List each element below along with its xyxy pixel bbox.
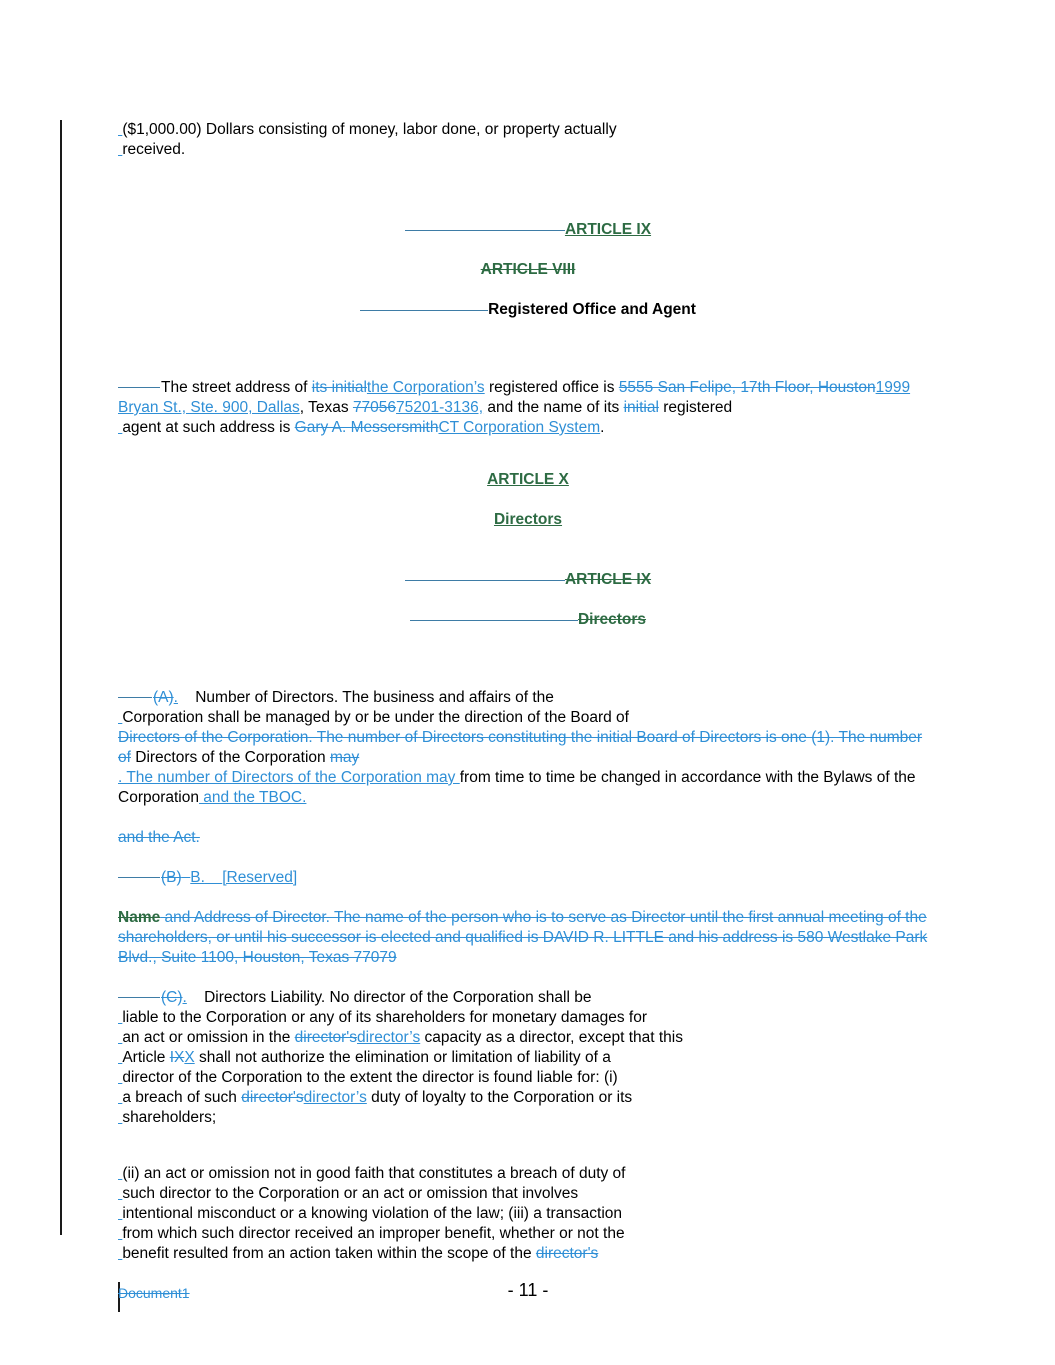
section-c-deletion-directors-2: director's (241, 1089, 304, 1106)
section-c-deletion-ix: IX (169, 1049, 185, 1066)
section-c-insertion-directors-2: director’s (303, 1089, 367, 1106)
section-b-gap (205, 869, 222, 886)
heading-text: Directors (493, 511, 563, 528)
paragraph-section-a: (A). Number of Directors. The business a… (118, 688, 938, 808)
ro-insertion-new-agent: CT Corporation System (438, 419, 601, 436)
document-body: ($1,000.00) Dollars consisting of money,… (118, 120, 938, 1264)
intro-line-1: ($1,000.00) Dollars consisting of money,… (122, 121, 617, 138)
ro-text-2: registered office is (484, 379, 619, 396)
section-c2-text-3: intentional misconduct or a knowing viol… (122, 1205, 623, 1222)
heading-text: ARTICLE VIII (480, 261, 576, 278)
ro-text-6: agent at such address is (122, 419, 295, 436)
section-c2-deletion-directors: director's (535, 1245, 599, 1262)
section-c-text-3: an act or omission in the (122, 1029, 295, 1046)
section-c-text-4: capacity as a director, except that this (420, 1029, 683, 1046)
move-rule (360, 309, 489, 311)
section-a-label-deleted: (A) (153, 689, 174, 706)
section-c-insertion-directors-1: director’s (357, 1029, 421, 1046)
section-c-text-9: duty of loyalty to the Corporation or it… (366, 1089, 633, 1106)
section-c-text-2: liable to the Corporation or any of its … (122, 1009, 648, 1026)
section-a-text-3: Directors of the Corporation (130, 749, 330, 766)
section-b-dash (182, 869, 191, 886)
section-b-reserved: [Reserved] (222, 869, 298, 886)
section-c-text-8: a breach of such (122, 1089, 242, 1106)
section-c2-text-5: benefit resulted from an action taken wi… (122, 1245, 536, 1262)
section-c2-text-4: from which such director received an imp… (122, 1225, 625, 1242)
deletion-director-name-address: and Address of Director. The name of the… (118, 909, 928, 966)
paragraph-consideration: ($1,000.00) Dollars consisting of money,… (118, 120, 938, 160)
section-a-text-1: Number of Directors. The business and af… (195, 689, 554, 706)
ro-text-3: , Texas (299, 399, 353, 416)
section-a-deletion-and-the-act: and the Act. (118, 829, 200, 846)
section-c2-text-2: such director to the Corporation or an a… (122, 1185, 579, 1202)
section-a-insertion-tboc: and the TBOC. (199, 789, 307, 806)
ro-deletion-its-initial: its initial (311, 379, 367, 396)
ro-text-1: The street address of (161, 379, 312, 396)
section-c-text-7: director of the Corporation to the exten… (122, 1069, 618, 1086)
section-c-text-5: Article (122, 1049, 170, 1066)
paragraph-section-c-continued: (ii) an act or omission not in good fait… (118, 1164, 938, 1264)
ro-deletion-old-zip: 77056 (352, 399, 397, 416)
heading-directors-inserted: Directors (118, 510, 938, 530)
paragraph-registered-office: The street address of its initialthe Cor… (118, 378, 938, 438)
section-a-text-2: Corporation shall be managed by or be un… (122, 709, 629, 726)
ro-insertion-new-zip: 75201-3136, (396, 399, 484, 416)
move-rule (118, 697, 152, 699)
section-a-insertion-number-may: . The number of Directors of the Corpora… (118, 769, 460, 786)
move-rule (118, 387, 160, 389)
section-b-label-deleted: (B) (161, 869, 182, 886)
intro-line-2: received. (122, 141, 186, 158)
heading-text: Registered Office and Agent (488, 301, 696, 318)
heading-article-viii-deleted: ARTICLE VIII (118, 260, 938, 280)
ro-insertion-the-corporations: the Corporation’s (366, 379, 485, 396)
heading-directors-deleted: Directors (118, 610, 938, 630)
heading-article-ix-deleted: ARTICLE IX (118, 570, 938, 590)
heading-text: ARTICLE IX (564, 571, 652, 588)
paragraph-name-and-address-deleted: Name and Address of Director. The name o… (118, 908, 938, 968)
heading-article-ix-inserted: ARTICLE IX (118, 220, 938, 240)
heading-text: ARTICLE X (487, 471, 569, 488)
section-b-label-inserted: B. (190, 869, 205, 886)
heading-text: ARTICLE IX (564, 221, 652, 238)
move-rule (118, 877, 160, 879)
deletion-name-bold: Name (118, 909, 161, 926)
section-c-label-deleted: (C) (161, 989, 183, 1006)
paragraph-section-b: (B) B. [Reserved] (118, 868, 938, 888)
move-rule (409, 619, 578, 621)
ro-deletion-old-agent: Gary A. Messersmith (294, 419, 439, 436)
section-c2-text-1: (ii) an act or omission not in good fait… (122, 1165, 626, 1182)
section-c-text-10: shareholders; (122, 1109, 217, 1126)
heading-text: Directors (577, 611, 647, 628)
move-rule (404, 229, 565, 231)
move-rule (404, 579, 565, 581)
ro-deletion-initial: initial (623, 399, 659, 416)
move-rule (118, 997, 160, 999)
section-c-insertion-x: X (184, 1049, 195, 1066)
section-c-deletion-directors-1: director's (294, 1029, 358, 1046)
paragraph-section-c: (C). Directors Liability. No director of… (118, 988, 938, 1128)
ro-text-5: registered (658, 399, 733, 416)
section-a-deletion-may: may (329, 749, 360, 766)
heading-article-x-inserted: ARTICLE X (118, 470, 938, 490)
section-c-text-6: shall not authorize the elimination or l… (194, 1049, 611, 1066)
paragraph-and-the-act-deleted: and the Act. (118, 828, 938, 848)
section-c-text-1: Directors Liability. No director of the … (204, 989, 592, 1006)
document-page: ($1,000.00) Dollars consisting of money,… (0, 0, 1055, 1365)
ro-text-7: . (600, 419, 605, 436)
page-number: - 11 - (507, 1280, 549, 1300)
heading-registered-office-and-agent: Registered Office and Agent (118, 300, 938, 320)
revision-change-bar (60, 120, 62, 1235)
ro-deletion-old-address: 5555 San Felipe, 17th Floor, Houston (618, 379, 876, 396)
ro-text-4: and the name of its (483, 399, 624, 416)
